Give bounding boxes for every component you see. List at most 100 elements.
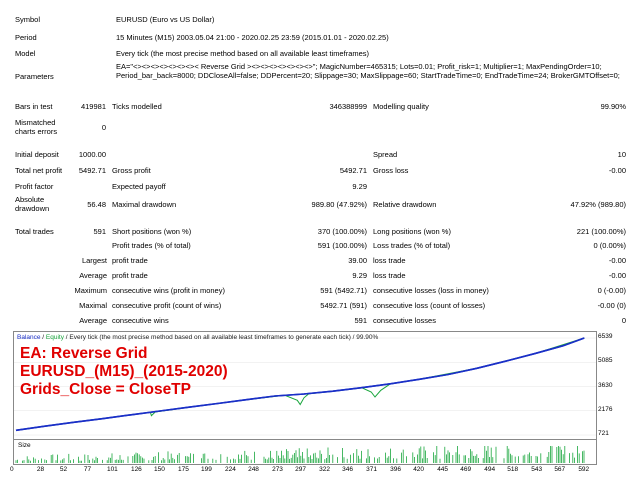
x-tick-label: 396 [390, 466, 402, 473]
y-tick-label: 3630 [598, 381, 613, 389]
average-label: Average [79, 271, 107, 280]
largest-loss-value: -0.00 [608, 256, 626, 265]
average2-label: Average [79, 316, 107, 325]
expected-label: Expected payoff [112, 182, 166, 191]
x-tick-label: 567 [554, 466, 566, 473]
max-wins-value: 591 (5492.71) [320, 286, 367, 295]
x-tick-label: 28 [36, 466, 45, 473]
x-tick-label: 297 [295, 466, 306, 473]
grossloss-value: -0.00 [608, 166, 626, 175]
avg-losses-value: 0 [621, 316, 626, 325]
parameters-label: Parameters [15, 72, 54, 81]
ptrades-value: 591 (100.00%) [317, 241, 367, 250]
pf-label: Profit factor [15, 182, 54, 191]
x-tick-label: 543 [531, 466, 543, 473]
x-tick-label: 592 [578, 466, 590, 473]
maximum-label: Maximum [74, 286, 107, 295]
grossloss-label: Gross loss [373, 166, 409, 175]
long-label: Long positions (won %) [373, 227, 451, 236]
max-wins-label: consecutive wins (profit in money) [112, 286, 225, 295]
chart-header-equity: Equity [45, 334, 64, 341]
balance-chart: Balance / Equity / Every tick (the most … [13, 331, 597, 440]
ltrades-value: 0 (0.00%) [593, 241, 626, 250]
period-label: Period [15, 33, 37, 42]
y-tick-label: 721 [598, 430, 609, 437]
size-label: Size [18, 442, 31, 449]
avg-losses-label: consecutive losses [373, 316, 436, 325]
largest-label: Largest [81, 256, 107, 265]
x-tick-label: 199 [201, 466, 212, 473]
expected-value: 9.29 [352, 182, 367, 191]
mismatch-value: 0 [101, 123, 106, 132]
spread-value: 10 [617, 150, 626, 159]
largest-profit-label: profit trade [112, 256, 148, 265]
size-chart: Size [13, 439, 597, 465]
trades-value: 591 [93, 227, 106, 236]
x-tick-label: 273 [272, 466, 283, 473]
max-losses-value: 0 (-0.00) [597, 286, 626, 295]
x-tick-label: 322 [319, 466, 330, 473]
x-tick-label: 0 [10, 466, 14, 473]
model-label: Model [15, 49, 36, 58]
avg-wins-value: 591 [354, 316, 367, 325]
overlay-grids-close: Grids_Close = CloseTP [20, 381, 191, 398]
netprofit-label: Total net profit [15, 166, 63, 175]
x-tick-label: 101 [106, 466, 118, 473]
spread-label: Spread [373, 150, 398, 159]
y-tick-label: 5085 [598, 357, 613, 365]
maxdd-value: 989.80 (47.92%) [311, 200, 367, 209]
x-tick-label: 224 [225, 466, 236, 473]
x-tick-label: 150 [154, 466, 165, 473]
x-tick-label: 371 [366, 466, 378, 473]
average-loss-label: loss trade [373, 271, 406, 280]
report-table: Symbol EURUSD (Euro vs US Dollar) Period… [0, 0, 640, 328]
netprofit-value: 5492.71 [78, 166, 106, 175]
long-value: 221 (100.00%) [576, 227, 626, 236]
symbol-label: Symbol [15, 15, 41, 24]
quality-label: Modelling quality [373, 102, 429, 111]
trades-label: Total trades [15, 227, 54, 236]
x-tick-label: 126 [130, 466, 142, 473]
x-tick-label: 420 [413, 466, 425, 473]
bars-label: Bars in test [15, 102, 53, 111]
y-tick-label: 6539 [598, 333, 613, 340]
size-chart-plot [15, 446, 585, 463]
maximal-loss-value: -0.00 (0) [597, 301, 626, 310]
bars-value: 419981 [80, 102, 106, 111]
reldd-label: Relative drawdown [373, 200, 437, 209]
x-tick-label: 52 [59, 466, 68, 473]
deposit-value: 1000.00 [78, 150, 106, 159]
maximal-profit-value: 5492.71 (591) [320, 301, 367, 310]
x-tick-label: 77 [83, 466, 92, 473]
reldd-value: 47.92% (989.80) [570, 200, 626, 209]
average-loss-value: -0.00 [608, 271, 626, 280]
maximal-loss-label: consecutive loss (count of losses) [373, 301, 486, 310]
chart-header: Balance / Equity / Every tick (the most … [17, 334, 378, 341]
overlay-ea-name: EA: Reverse Grid [20, 345, 148, 362]
model-value: Every tick (the most precise method base… [116, 49, 370, 58]
avg-wins-label: consecutive wins [112, 316, 169, 325]
ticks-value: 346388999 [329, 102, 367, 111]
maximal-profit-label: consecutive profit (count of wins) [112, 301, 222, 310]
x-tick-label: 518 [507, 466, 519, 473]
ptrades-label: Profit trades (% of total) [112, 241, 191, 250]
overlay-symbol-period: EURUSD_(M15)_(2015-2020) [20, 363, 228, 380]
x-tick-label: 175 [178, 466, 189, 473]
largest-loss-label: loss trade [373, 256, 406, 265]
maxdd-label: Maximal drawdown [112, 200, 177, 209]
grossprofit-value: 5492.71 [339, 166, 367, 175]
ltrades-label: Loss trades (% of total) [373, 241, 451, 250]
grossprofit-label: Gross profit [112, 166, 151, 175]
parameters-value: EA="<><><><><><><>< Reverse Grid ><><><>… [116, 62, 620, 80]
deposit-label: Initial deposit [15, 150, 59, 159]
maximal-label: Maximal [79, 301, 107, 310]
x-tick-label: 469 [460, 466, 472, 473]
max-losses-label: consecutive losses (loss in money) [373, 286, 489, 295]
ticks-label: Ticks modelled [112, 102, 162, 111]
x-tick-label: 445 [437, 466, 449, 473]
largest-profit-value: 39.00 [348, 256, 367, 265]
chart-header-balance: Balance [17, 334, 41, 341]
absdd-label: Absolute drawdown [15, 195, 50, 213]
absdd-value: 56.48 [87, 200, 106, 209]
x-tick-label: 346 [342, 466, 354, 473]
